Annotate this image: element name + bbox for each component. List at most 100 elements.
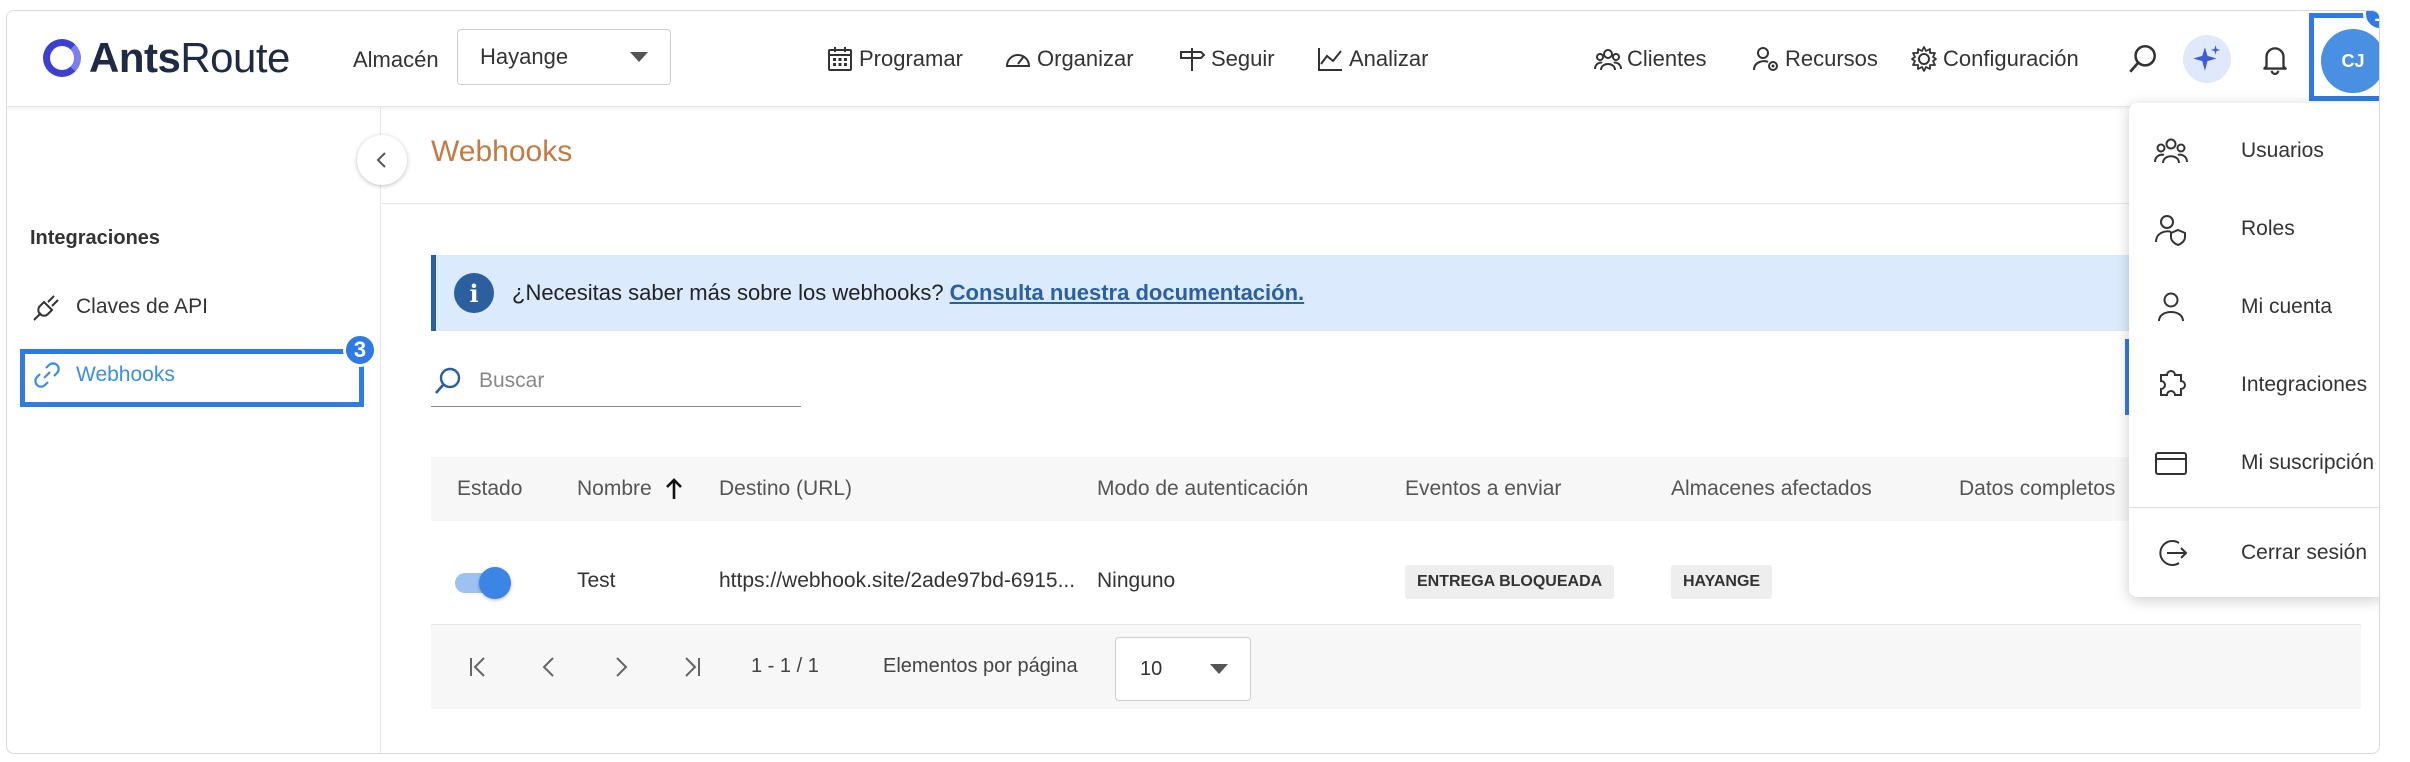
warehouse-select[interactable]: Hayange xyxy=(457,29,671,85)
menu-item-integraciones-label: Integraciones xyxy=(2241,373,2368,396)
nav-clientes-label: Clientes xyxy=(1627,46,1707,71)
menu-item-mi-cuenta[interactable]: Mi cuenta xyxy=(2129,275,2379,339)
per-page-label: Elementos por página xyxy=(883,655,1078,677)
user-menu: Usuarios Roles Mi cuenta Integraciones M… xyxy=(2129,103,2379,597)
first-page-button[interactable] xyxy=(461,649,497,685)
highlight-webhooks xyxy=(20,349,364,407)
menu-item-roles[interactable]: Roles xyxy=(2129,197,2379,261)
page-title: Webhooks xyxy=(431,135,573,168)
column-header-autenticacion[interactable]: Modo de autenticación xyxy=(1097,477,1308,501)
last-page-icon xyxy=(685,657,700,677)
nav-seguir-label: Seguir xyxy=(1211,46,1275,71)
menu-item-usuarios-label: Usuarios xyxy=(2241,139,2324,162)
chevron-left-icon xyxy=(376,152,386,168)
signpost-icon xyxy=(1180,48,1206,71)
event-chip: ENTREGA BLOQUEADA xyxy=(1405,565,1615,599)
notifications-button[interactable] xyxy=(2251,35,2299,83)
credit-card-icon xyxy=(2155,452,2187,475)
chart-icon xyxy=(1318,48,1342,71)
search-button[interactable] xyxy=(2119,35,2167,83)
menu-item-usuarios[interactable]: Usuarios xyxy=(2129,119,2379,183)
per-page-select[interactable]: 10 xyxy=(1115,637,1251,701)
sidebar xyxy=(7,107,381,753)
search-icon xyxy=(2129,44,2156,73)
sidebar-item-api-keys[interactable]: Claves de API xyxy=(30,287,208,327)
previous-page-button[interactable] xyxy=(531,649,567,685)
per-page-value: 10 xyxy=(1140,657,1163,680)
nav-programar-label: Programar xyxy=(859,46,963,71)
logo-text: AntsRoute xyxy=(89,34,290,81)
documentation-link[interactable]: Consulta nuestra documentación. xyxy=(950,280,1305,306)
menu-item-roles-label: Roles xyxy=(2241,217,2295,240)
nav-configuracion[interactable]: Configuración xyxy=(1909,41,2079,77)
puzzle-icon xyxy=(2160,370,2186,396)
first-page-icon xyxy=(470,657,485,677)
nav-organizar[interactable]: Organizar xyxy=(1003,41,1134,77)
title-divider xyxy=(382,203,2379,204)
next-page-button[interactable] xyxy=(603,649,639,685)
speedometer-icon xyxy=(1005,54,1031,67)
table-header: Estado Nombre Destino (URL) Modo de aute… xyxy=(431,457,2361,521)
chevron-down-icon xyxy=(630,52,648,62)
user-shield-icon xyxy=(2155,215,2186,247)
nav-clientes[interactable]: Clientes xyxy=(1593,41,1706,77)
column-header-nombre-label: Nombre xyxy=(577,477,652,500)
row-auth: Ninguno xyxy=(1097,569,1176,592)
nav-configuracion-label: Configuración xyxy=(1943,46,2079,71)
sidebar-item-api-keys-label: Claves de API xyxy=(76,295,208,318)
nav-organizar-label: Organizar xyxy=(1037,46,1134,71)
chevron-down-icon xyxy=(1210,664,1228,674)
column-header-almacenes[interactable]: Almacenes afectados xyxy=(1671,477,1872,501)
menu-item-cerrar-sesion-label: Cerrar sesión xyxy=(2241,541,2368,564)
chevron-left-icon xyxy=(542,657,554,677)
row-name: Test xyxy=(577,569,616,592)
user-icon xyxy=(2158,292,2184,322)
antsroute-logo[interactable]: AntsRoute xyxy=(43,33,290,83)
column-header-estado[interactable]: Estado xyxy=(457,477,522,501)
collapse-sidebar-button[interactable] xyxy=(357,135,407,185)
users-group-icon xyxy=(2154,138,2188,164)
last-page-button[interactable] xyxy=(673,649,709,685)
nav-analizar-label: Analizar xyxy=(1349,46,1429,71)
search-field xyxy=(431,355,801,407)
sort-ascending-icon xyxy=(665,478,682,499)
menu-item-integraciones[interactable]: Integraciones xyxy=(2129,353,2379,417)
search-input[interactable] xyxy=(479,368,779,393)
ai-assistant-button[interactable] xyxy=(2183,35,2231,83)
info-banner: i ¿Necesitas saber más sobre los webhook… xyxy=(431,255,2131,331)
column-header-nombre[interactable]: Nombre xyxy=(577,477,684,501)
logo-mark-icon xyxy=(43,39,81,77)
sidebar-section-title: Integraciones xyxy=(30,227,161,249)
warehouse-chip: HAYANGE xyxy=(1671,565,1773,599)
menu-item-mi-cuenta-label: Mi cuenta xyxy=(2241,295,2333,318)
menu-item-cerrar-sesion[interactable]: Cerrar sesión xyxy=(2129,521,2379,585)
bell-icon xyxy=(2263,47,2287,75)
table-row[interactable]: Test https://webhook.site/2ade97bd-6915.… xyxy=(431,541,2361,625)
nav-recursos-label: Recursos xyxy=(1785,46,1878,71)
warehouse-value: Hayange xyxy=(480,44,569,69)
top-bar: AntsRoute Almacén Hayange Programar Orga… xyxy=(7,11,2379,107)
nav-recursos[interactable]: Recursos xyxy=(1751,41,1878,77)
column-header-destino[interactable]: Destino (URL) xyxy=(719,477,852,501)
info-text: ¿Necesitas saber más sobre los webhooks? xyxy=(512,280,944,305)
logout-icon xyxy=(2159,540,2188,566)
row-url: https://webhook.site/2ade97bd-6915... xyxy=(719,569,1076,592)
pagination: 1 - 1 / 1 Elementos por página 10 xyxy=(431,625,2361,709)
nav-analizar[interactable]: Analizar xyxy=(1315,41,1428,77)
nav-programar[interactable]: Programar xyxy=(825,41,963,77)
gear-icon xyxy=(1911,46,1937,72)
calendar-icon xyxy=(828,47,852,71)
menu-item-mi-suscripcion[interactable]: Mi suscripción xyxy=(2129,431,2379,495)
page-range: 1 - 1 / 1 xyxy=(751,655,819,677)
menu-divider xyxy=(2129,507,2379,508)
menu-item-mi-suscripcion-label: Mi suscripción xyxy=(2241,451,2375,474)
sparkles-icon xyxy=(2193,45,2221,71)
column-header-eventos[interactable]: Eventos a enviar xyxy=(1405,477,1561,501)
plug-icon xyxy=(33,295,59,321)
status-toggle[interactable] xyxy=(455,567,511,599)
app-window: AntsRoute Almacén Hayange Programar Orga… xyxy=(6,10,2380,754)
chevron-right-icon xyxy=(616,657,628,677)
column-header-datos-completos[interactable]: Datos completos xyxy=(1959,477,2115,501)
search-icon xyxy=(435,367,461,394)
nav-seguir[interactable]: Seguir xyxy=(1177,41,1275,77)
